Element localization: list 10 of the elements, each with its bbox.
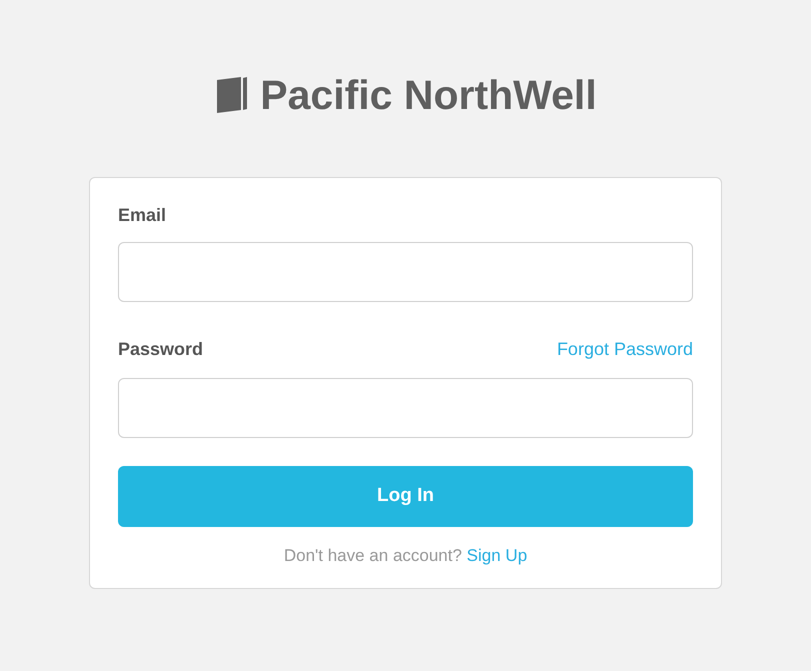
email-field[interactable] (118, 242, 693, 302)
password-field[interactable] (118, 378, 693, 438)
password-label: Password (118, 338, 204, 360)
log-in-button[interactable]: Log In (118, 466, 693, 527)
forgot-password-link[interactable]: Forgot Password (556, 336, 693, 362)
signup-prompt: Don't have an account? Sign Up (282, 545, 528, 567)
sign-up-link[interactable]: Sign Up (466, 546, 528, 565)
book-icon (214, 76, 248, 114)
brand-title: Pacific NorthWell (260, 74, 597, 116)
email-label: Email (118, 204, 168, 226)
